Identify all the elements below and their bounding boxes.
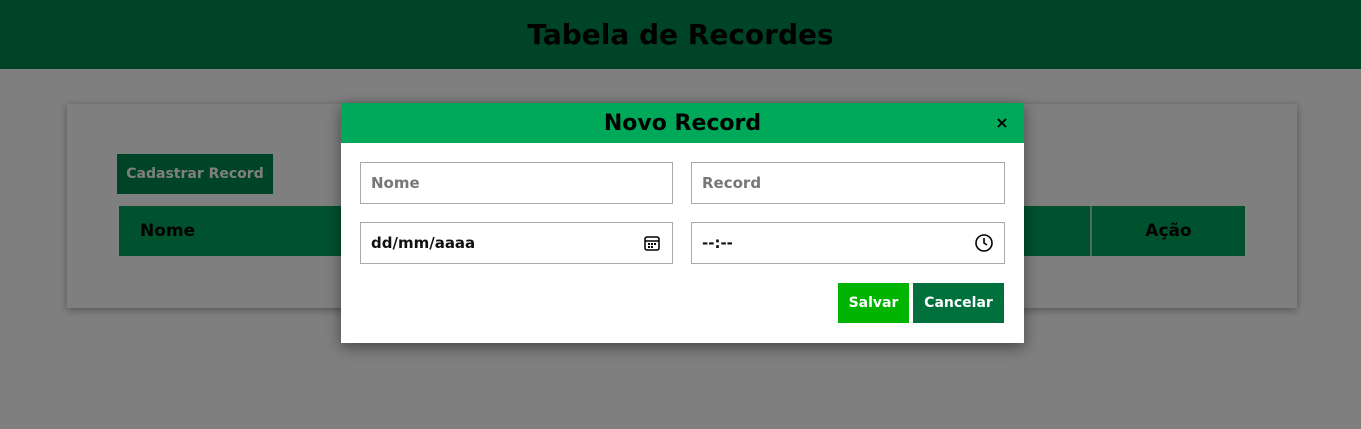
modal-title: Novo Record — [603, 110, 762, 136]
clock-icon[interactable] — [974, 233, 994, 253]
calendar-icon[interactable] — [642, 233, 662, 253]
time-field[interactable]: --:-- — [691, 222, 1005, 264]
date-field[interactable]: dd/mm/aaaa — [360, 222, 673, 264]
new-record-modal: Novo Record × dd/mm/aaaa — [341, 103, 1024, 343]
nome-field[interactable] — [360, 162, 673, 204]
modal-header: Novo Record × — [341, 103, 1024, 143]
record-input[interactable] — [702, 163, 994, 203]
nome-input[interactable] — [371, 163, 662, 203]
record-field[interactable] — [691, 162, 1005, 204]
save-button[interactable]: Salvar — [838, 283, 909, 323]
date-input[interactable]: dd/mm/aaaa — [371, 234, 642, 252]
page: Tabela de Recordes Cadastrar Record Nome… — [0, 0, 1361, 429]
cancel-button[interactable]: Cancelar — [913, 283, 1004, 323]
time-input[interactable]: --:-- — [702, 234, 974, 252]
close-button[interactable]: × — [992, 113, 1012, 133]
